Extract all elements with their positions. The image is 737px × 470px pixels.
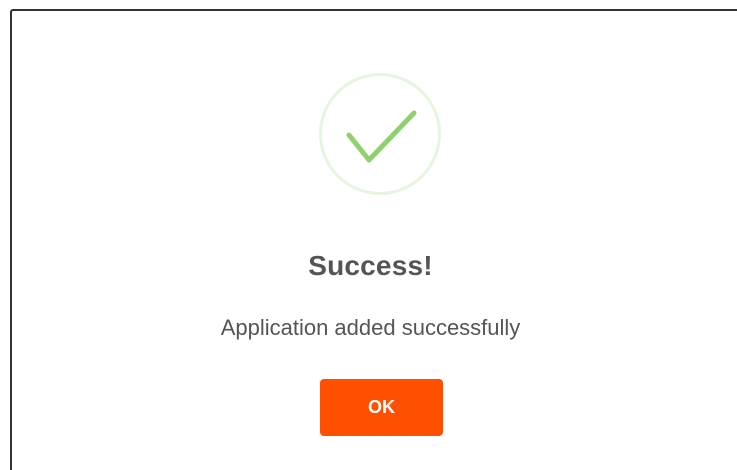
page: Success! Application added successfully …: [0, 0, 737, 470]
ok-button[interactable]: OK: [320, 379, 443, 436]
success-dialog: Success! Application added successfully …: [10, 9, 737, 470]
dialog-message: Application added successfully: [220, 315, 521, 340]
checkmark-icon: [346, 110, 417, 163]
success-icon-circle: [319, 73, 441, 195]
dialog-title: Success!: [308, 250, 433, 281]
